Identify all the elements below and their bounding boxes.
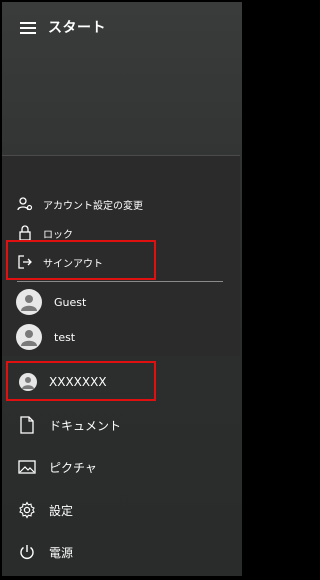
account-flyout-menu: アカウント設定の変更 ロック サインアウト Guest test: [2, 155, 240, 356]
start-header: スタート: [2, 2, 242, 54]
document-icon: [18, 416, 36, 434]
user-item-guest[interactable]: Guest: [2, 286, 240, 318]
nav-label: ドキュメント: [49, 418, 122, 433]
menu-divider: [17, 281, 223, 282]
nav-documents[interactable]: ドキュメント: [2, 406, 242, 444]
nav-pictures[interactable]: ピクチャ: [2, 448, 242, 486]
start-menu-panel: スタート アカウント設定の変更 ロック サインアウト Guest test XX…: [2, 2, 242, 576]
nav-label: ピクチャ: [49, 460, 97, 475]
lock-icon: [17, 225, 33, 241]
menu-item-label: サインアウト: [43, 258, 103, 270]
picture-icon: [18, 458, 36, 476]
current-user-button[interactable]: XXXXXXX: [2, 363, 242, 401]
hamburger-icon[interactable]: [20, 22, 36, 34]
user-name: Guest: [54, 295, 87, 309]
account-settings-icon: [17, 196, 33, 212]
current-user-name: XXXXXXX: [49, 375, 107, 389]
menu-item-lock[interactable]: ロック: [2, 217, 240, 249]
nav-power[interactable]: 電源: [2, 533, 242, 571]
page-title: スタート: [48, 20, 106, 36]
nav-label: 電源: [49, 545, 74, 560]
menu-item-label: アカウント設定の変更: [43, 200, 143, 212]
user-name: test: [54, 330, 76, 344]
nav-settings[interactable]: 設定: [2, 491, 242, 529]
user-avatar-icon: [16, 324, 42, 350]
menu-item-label: ロック: [43, 229, 73, 241]
sign-out-icon: [17, 254, 33, 270]
menu-item-sign-out[interactable]: サインアウト: [2, 246, 240, 278]
user-avatar-icon: [16, 289, 42, 315]
power-icon: [18, 543, 36, 561]
user-avatar-icon: [19, 373, 37, 391]
menu-item-account-settings[interactable]: アカウント設定の変更: [2, 188, 240, 220]
gear-icon: [18, 501, 36, 519]
user-item-test[interactable]: test: [2, 321, 240, 353]
nav-label: 設定: [49, 503, 74, 518]
